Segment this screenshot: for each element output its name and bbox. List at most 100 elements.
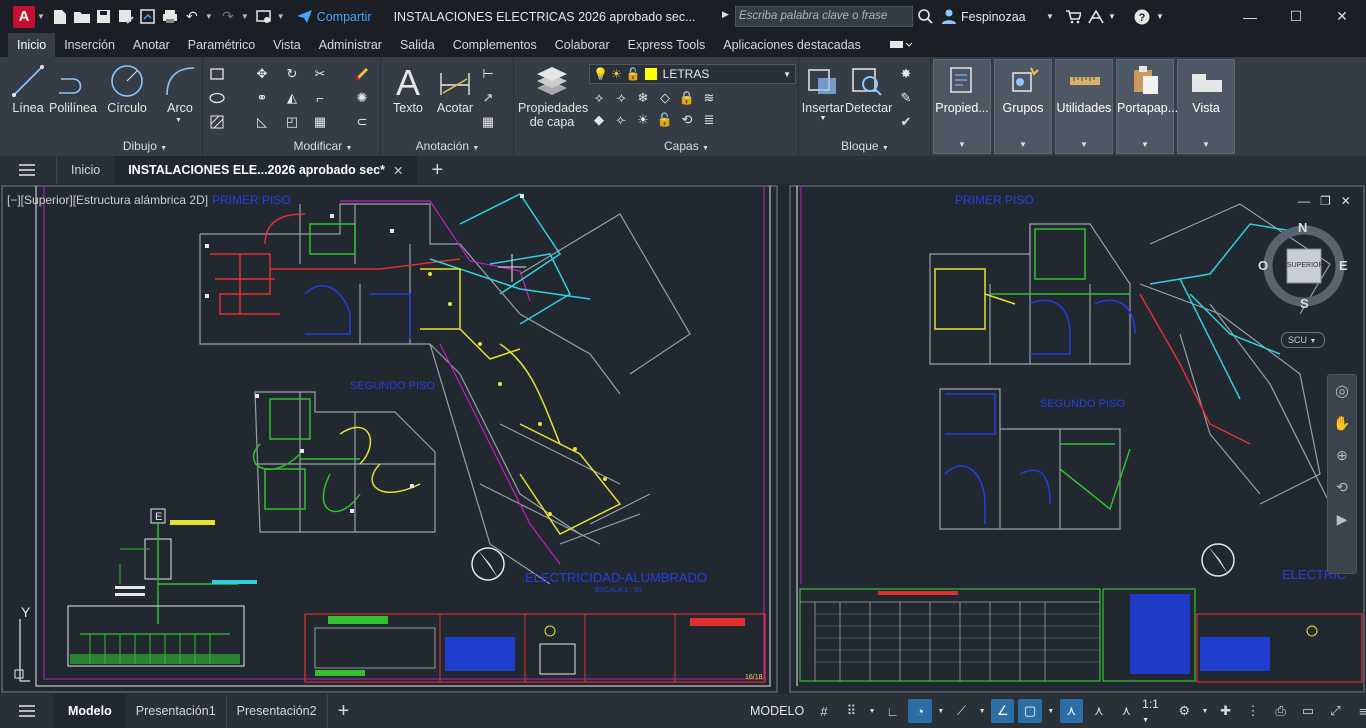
close-button[interactable]: ✕ <box>1319 0 1365 33</box>
fillet-icon[interactable]: ⌐ <box>311 89 329 107</box>
move-icon[interactable]: ✥ <box>253 65 271 83</box>
layer-unlock-icon[interactable]: 🔓 <box>656 111 674 129</box>
workspace-icon[interactable] <box>253 6 275 28</box>
annotation-visibility-icon[interactable]: ⋏ <box>1059 699 1084 723</box>
close-tab-icon[interactable]: ✕ <box>393 163 403 178</box>
wcs-dropdown[interactable]: SCU ▼ <box>1281 332 1325 348</box>
layer-state-icon[interactable]: ⟡ <box>590 89 608 107</box>
viewport-minimize-button[interactable]: — <box>1298 194 1310 208</box>
ribbon-minimize-toggle[interactable] <box>880 33 922 57</box>
help-icon[interactable]: ? <box>1134 0 1150 33</box>
redo-icon[interactable]: ↷ <box>217 6 239 28</box>
annotation-scale-dropdown[interactable]: 1:1 ▼ <box>1142 697 1168 725</box>
layer-previous-icon[interactable]: ⟲ <box>678 111 696 129</box>
layer-dropdown[interactable]: 💡 ☀ 🔓 LETRAS ▼ <box>589 64 796 84</box>
line-tool[interactable]: Línea <box>10 61 46 115</box>
tab-vista[interactable]: Vista <box>264 33 310 57</box>
chevron-down-icon[interactable]: ▼ <box>867 699 877 723</box>
array-icon[interactable]: ▦ <box>311 113 329 131</box>
layer-unisolate-icon[interactable]: ⟣ <box>612 111 630 129</box>
drawing-area[interactable]: PRIMER PISO SEGUNDO PISO ELECTRICIDAD-AL… <box>0 184 1366 694</box>
snap-icon[interactable]: ⠿ <box>840 699 863 723</box>
chevron-down-icon[interactable]: ▼ <box>1108 0 1116 33</box>
trim-icon[interactable]: ✂ <box>311 65 329 83</box>
erase-icon[interactable] <box>353 65 371 83</box>
autodesk-app-icon[interactable] <box>1088 0 1104 33</box>
mirror-icon[interactable]: ◭ <box>283 89 301 107</box>
plot-icon[interactable]: ⎙ <box>1269 699 1292 723</box>
annotation-scale-icon[interactable]: ⋏ <box>1115 699 1138 723</box>
create-block-icon[interactable]: ✸ <box>897 65 915 83</box>
viewport-close-button[interactable]: ✕ <box>1341 194 1351 208</box>
grid-icon[interactable]: # <box>812 699 835 723</box>
application-menu-button[interactable]: A <box>13 5 35 28</box>
annotation-autoscale-icon[interactable]: ⋏ <box>1087 699 1110 723</box>
layer-thaw-icon[interactable]: ☀ <box>634 111 652 129</box>
viewcube-face-top[interactable]: SUPERIOR <box>1287 262 1324 269</box>
workspace-gear-icon[interactable]: ⚙ <box>1173 699 1196 723</box>
tab-inicio[interactable]: Inicio <box>8 33 56 57</box>
chevron-down-icon[interactable]: ▼ <box>936 699 946 723</box>
table-icon[interactable]: ▦ <box>479 113 497 131</box>
chevron-down-icon[interactable]: ▼ <box>882 145 889 152</box>
object-snap-tracking-icon[interactable]: ∠ <box>990 699 1015 723</box>
viewport-controls-label[interactable]: [−][Superior][Estructura alámbrica 2D] <box>7 193 208 207</box>
edit-block-icon[interactable]: ✎ <box>897 89 915 107</box>
tab-express-tools[interactable]: Express Tools <box>619 33 715 57</box>
layer-match-icon[interactable]: ≋ <box>700 89 718 107</box>
offset-icon[interactable]: ⊂ <box>353 113 371 131</box>
tab-insercion[interactable]: Inserción <box>55 33 124 57</box>
dimension-tool[interactable]: Acotar <box>435 61 475 115</box>
tab-layout-1[interactable]: Presentación1 <box>126 694 226 728</box>
fullscreen-icon[interactable]: ⤢ <box>1324 699 1347 723</box>
layer-properties-tool[interactable]: Propiedades de capa <box>518 61 588 129</box>
save-icon[interactable] <box>93 6 115 28</box>
chevron-down-icon[interactable]: ▼ <box>472 145 479 152</box>
tab-start[interactable]: Inicio <box>56 156 114 184</box>
chevron-down-icon[interactable]: ▼ <box>1200 699 1210 723</box>
model-space-toggle[interactable]: MODELO <box>746 704 808 718</box>
object-snap-icon[interactable]: ▢ <box>1018 699 1042 723</box>
explode-icon[interactable]: ✺ <box>353 89 371 107</box>
isodraft-icon[interactable]: ⟋ <box>950 699 973 723</box>
search-expand-icon[interactable]: ▶ <box>722 9 729 20</box>
zoom-extents-icon[interactable]: ⊕ <box>1328 439 1356 471</box>
annotation-monitor-icon[interactable]: ✚ <box>1214 699 1237 723</box>
layer-walk-icon[interactable]: ≣ <box>700 111 718 129</box>
viewcube[interactable]: N S O E SUPERIOR <box>1258 220 1348 311</box>
isolate-objects-icon[interactable]: ▭ <box>1296 699 1319 723</box>
arc-tool[interactable]: Arco <box>162 61 198 115</box>
open-folder-icon[interactable] <box>71 6 93 28</box>
new-layout-icon[interactable]: + <box>326 694 360 728</box>
layer-freeze-icon[interactable]: ❄ <box>634 89 652 107</box>
search-input[interactable]: Escriba palabra clave o frase <box>735 6 913 27</box>
save-as-icon[interactable] <box>115 6 137 28</box>
search-icon[interactable] <box>918 0 933 33</box>
tab-parametrico[interactable]: Paramétrico <box>179 33 264 57</box>
chevron-down-icon[interactable]: ▼ <box>346 145 353 152</box>
rotate-icon[interactable]: ↻ <box>283 65 301 83</box>
tab-model[interactable]: Modelo <box>54 694 126 728</box>
tab-colaborar[interactable]: Colaborar <box>546 33 619 57</box>
chevron-down-icon[interactable]: ▼ <box>175 117 182 124</box>
circle-tool[interactable]: Círculo <box>106 61 148 115</box>
share-button[interactable]: Compartir <box>296 10 372 24</box>
drawing-svg[interactable]: PRIMER PISO SEGUNDO PISO ELECTRICIDAD-AL… <box>0 184 1366 694</box>
stretch-icon[interactable]: ◺ <box>253 113 271 131</box>
customization-menu-icon[interactable]: ≡ <box>1351 699 1366 723</box>
layer-off-icon[interactable]: ◇ <box>656 89 674 107</box>
clipboard-panel-button[interactable]: Portapap... ▼ <box>1116 59 1178 154</box>
linear-dimension-icon[interactable]: ⊢ <box>479 65 497 83</box>
chevron-down-icon[interactable]: ▼ <box>1046 699 1056 723</box>
properties-panel-button[interactable]: Propied... ▼ <box>933 59 991 154</box>
new-tab-icon[interactable]: + <box>417 156 457 184</box>
chevron-down-icon[interactable]: ▼ <box>1046 0 1054 33</box>
layer-lock-icon[interactable]: 🔒 <box>678 89 696 107</box>
copy-icon[interactable]: ⚭ <box>253 89 271 107</box>
viewport-restore-button[interactable]: ❐ <box>1320 194 1331 208</box>
showmotion-icon[interactable]: ▶ <box>1328 503 1356 535</box>
pan-icon[interactable]: ✋ <box>1328 407 1356 439</box>
orbit-icon[interactable]: ⟲ <box>1328 471 1356 503</box>
publish-web-icon[interactable] <box>137 6 159 28</box>
quick-properties-icon[interactable]: ⋮ <box>1241 699 1264 723</box>
